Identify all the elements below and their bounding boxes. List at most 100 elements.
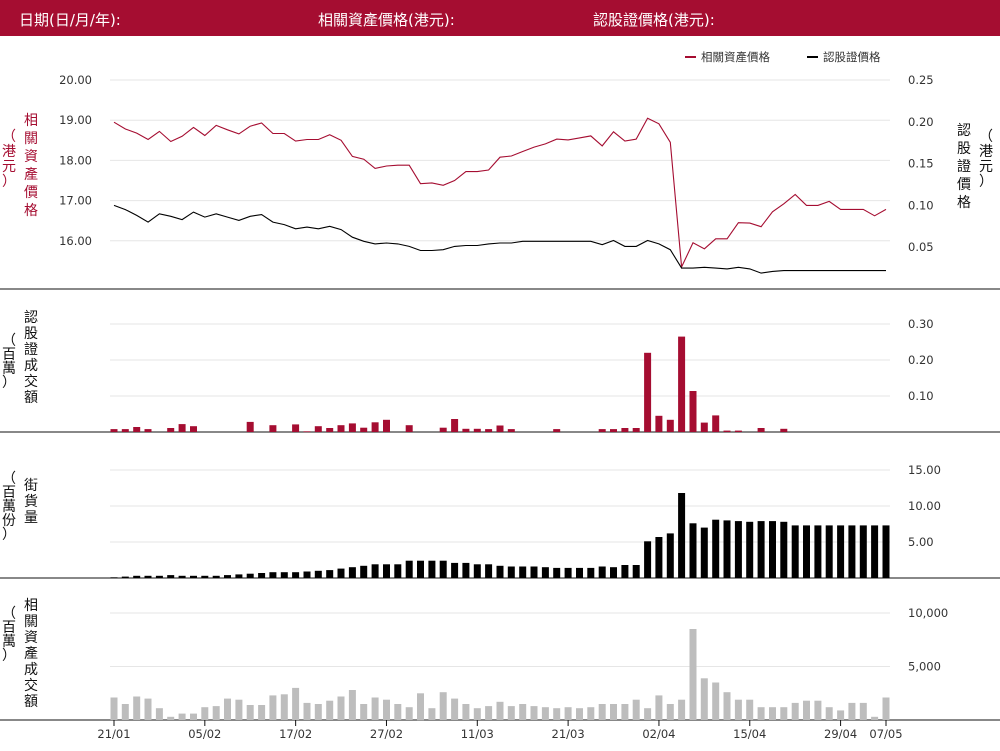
right-axis-unit-char: 元 (979, 159, 993, 175)
axis-label-char: 資 (24, 630, 38, 646)
bar (644, 708, 652, 720)
bar (280, 694, 288, 720)
bar (678, 493, 686, 578)
axis-unit-char: ） (2, 375, 16, 391)
bar (519, 704, 527, 720)
bar (439, 560, 447, 578)
bar (405, 425, 413, 432)
bar (246, 421, 254, 432)
right-axis-label-char: 格 (957, 195, 971, 211)
right-axis-label-char: 證 (957, 158, 971, 175)
bar (825, 707, 833, 720)
bar (723, 520, 731, 578)
bar (303, 571, 311, 578)
bar (155, 708, 163, 720)
bar (473, 708, 481, 720)
bar (405, 707, 413, 720)
left-axis-tick: 19.00 (59, 113, 92, 127)
bar (133, 696, 141, 720)
bar (644, 541, 652, 578)
bar (734, 430, 742, 432)
bar (121, 429, 129, 432)
left-axis-label-char: 資 (24, 149, 38, 165)
bar (133, 575, 141, 578)
bar (848, 702, 856, 720)
bar (439, 427, 447, 432)
bar (314, 704, 322, 720)
bar (803, 700, 810, 720)
bar (348, 567, 356, 578)
axis-label-char: 額 (24, 694, 38, 710)
left-axis-unit-char: 元 (2, 159, 16, 175)
bar (383, 699, 390, 720)
bar (428, 708, 436, 720)
x-axis-tick-label: 17/02 (279, 727, 312, 741)
bar (303, 431, 311, 433)
left-axis-tick: 17.00 (59, 194, 92, 208)
bar (734, 699, 742, 720)
bar (621, 428, 629, 432)
bar (337, 568, 345, 578)
legend: 相關資產價格 認股證價格 (685, 50, 881, 64)
bar (348, 690, 356, 720)
axis-label-char: 產 (24, 645, 38, 662)
bar (337, 425, 345, 432)
bar (700, 422, 708, 432)
bar (144, 698, 152, 720)
bar (530, 706, 538, 720)
axis-unit-char: ） (2, 527, 16, 543)
bar (700, 527, 708, 578)
bar (360, 704, 368, 720)
bar (678, 699, 686, 720)
bar (666, 533, 674, 578)
bar (769, 521, 776, 578)
bar (224, 575, 231, 578)
bar (269, 425, 277, 432)
bar (439, 692, 447, 720)
right-axis-label-char: 股 (957, 141, 971, 157)
axis-label-char: 交 (24, 677, 38, 694)
bar (837, 525, 845, 578)
left-axis-label-char: 關 (24, 131, 38, 147)
bar (473, 428, 481, 432)
bar (394, 704, 402, 720)
bar (541, 567, 549, 578)
axis-label-char: 股 (24, 326, 38, 342)
bar (700, 678, 708, 720)
axis-label-char: 交 (24, 373, 38, 390)
right-axis-unit-char: 港 (979, 144, 993, 160)
bar (598, 566, 606, 578)
bar (178, 713, 186, 720)
left-axis-label-char: 格 (24, 203, 38, 219)
bar (462, 704, 470, 720)
price-panel: 20.00 19.00 18.00 17.00 16.00 0.25 0.20 0.15 0.1… (2, 73, 993, 274)
bar (417, 693, 424, 721)
bar (723, 692, 731, 720)
bar (337, 696, 345, 720)
bar (882, 697, 890, 720)
bar (553, 708, 561, 720)
bar (882, 525, 890, 578)
x-axis-tick-label: 02/04 (642, 727, 675, 741)
bar (496, 701, 504, 720)
bar (292, 687, 300, 720)
bar (598, 429, 606, 432)
bar (326, 700, 334, 720)
left-axis-label-char: 價 (24, 184, 38, 201)
bar (564, 707, 572, 720)
right-axis-tick: 0.10 (908, 389, 934, 403)
bar (496, 565, 504, 578)
left-axis-tick: 16.00 (59, 234, 92, 248)
bar (314, 570, 322, 578)
x-axis-tick-label: 29/04 (824, 727, 857, 741)
bar (269, 572, 277, 578)
left-axis-label-char: 相 (24, 113, 38, 129)
gridlines (110, 79, 890, 667)
bar (360, 565, 368, 578)
bar (258, 705, 266, 720)
bar (553, 429, 561, 432)
bar (598, 704, 606, 720)
bar (451, 419, 459, 432)
axis-label-char: 量 (24, 510, 38, 526)
bar (780, 521, 788, 578)
